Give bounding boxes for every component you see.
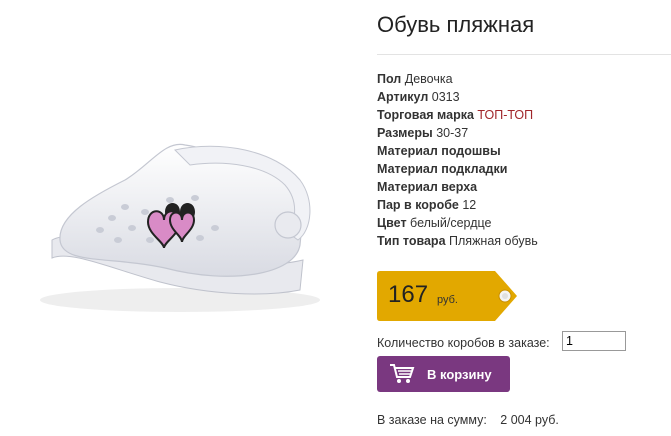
spec-row-brand: Торговая марка ТОП-ТОП [377, 106, 538, 124]
spec-row-gender: Пол Девочка [377, 70, 538, 88]
spec-row-product-type: Тип товара Пляжная обувь [377, 232, 538, 250]
spec-row-color: Цвет белый/сердце [377, 214, 538, 232]
page-title: Обувь пляжная [377, 12, 535, 37]
spec-label: Цвет [377, 216, 407, 230]
spec-row-sole-material: Материал подошвы [377, 142, 538, 160]
shopping-cart-icon [390, 364, 415, 383]
spec-label: Пар в коробе [377, 198, 459, 212]
quantity-input[interactable] [562, 331, 626, 351]
spec-label: Артикул [377, 90, 429, 104]
order-total-label: В заказе на сумму: [377, 413, 487, 427]
title-divider [377, 54, 671, 55]
add-to-cart-button[interactable]: В корзину [377, 356, 510, 392]
spec-label: Материал подошвы [377, 144, 501, 158]
order-total: В заказе на сумму: 2 004 руб. [377, 413, 559, 427]
spec-label: Материал верха [377, 180, 478, 194]
spec-row-article: Артикул 0313 [377, 88, 538, 106]
price-value: 167 [388, 281, 429, 308]
spec-value: 30-37 [436, 126, 469, 140]
add-to-cart-label: В корзину [427, 367, 492, 382]
spec-value: Девочка [404, 72, 453, 86]
quantity-label: Количество коробов в заказе: [377, 336, 550, 350]
spec-value: 12 [462, 198, 477, 212]
spec-label: Пол [377, 72, 402, 86]
spec-label: Тип товара [377, 234, 446, 248]
order-total-amount: 2 004 руб. [500, 413, 559, 427]
spec-label: Торговая марка [377, 108, 474, 122]
spec-row-pairs-per-box: Пар в коробе 12 [377, 196, 538, 214]
spec-row-lining-material: Материал подкладки [377, 160, 538, 178]
spec-value: белый/сердце [410, 216, 492, 230]
price-currency: руб. [437, 294, 458, 306]
spec-value: 0313 [431, 90, 460, 104]
spec-label: Материал подкладки [377, 162, 508, 176]
product-specs: Пол Девочка Артикул 0313 Торговая марка … [377, 70, 538, 250]
spec-row-sizes: Размеры 30-37 [377, 124, 538, 142]
product-image [0, 0, 360, 431]
spec-label: Размеры [377, 126, 433, 140]
spec-value: Пляжная обувь [449, 234, 538, 248]
brand-link[interactable]: ТОП-ТОП [477, 108, 533, 122]
spec-row-upper-material: Материал верха [377, 178, 538, 196]
